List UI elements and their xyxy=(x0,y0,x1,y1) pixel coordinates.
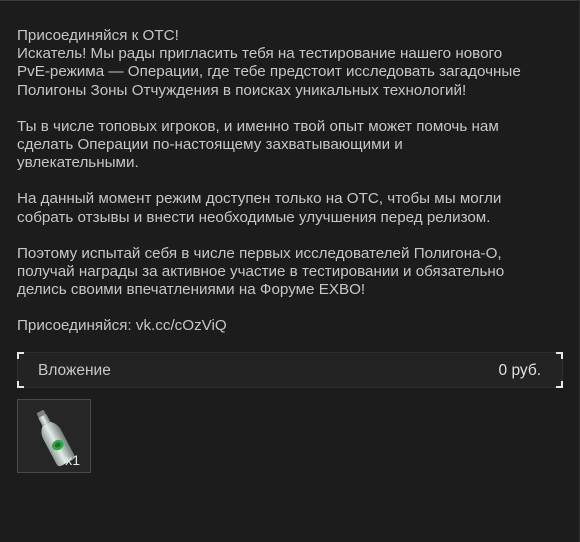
message-line: Полигоны Зоны Отчуждения в поисках уника… xyxy=(17,81,467,99)
message-title: Присоединяйся к ОТС! xyxy=(17,27,179,44)
message-line: Ты в числе топовых игроков, и именно тво… xyxy=(17,117,499,135)
message-paragraph: Поэтому испытай себя в числе первых иссл… xyxy=(17,245,567,300)
message-line: делись своими впечатлениями на Форуме EX… xyxy=(17,281,366,299)
attachment-label: Вложение xyxy=(38,362,111,379)
message-paragraph: Присоединяйся: vk.cc/cOzViQ xyxy=(17,317,567,335)
attached-item-slot[interactable]: x1 xyxy=(17,399,91,473)
attachment-bar: Вложение 0 руб. xyxy=(17,352,563,388)
message-line: Поэтому испытай себя в числе первых иссл… xyxy=(17,244,502,262)
message-paragraph: На данный момент режим доступен только н… xyxy=(17,190,567,226)
item-quantity: x1 xyxy=(65,452,80,468)
message-paragraph: Ты в числе топовых игроков, и именно тво… xyxy=(17,118,567,173)
join-link-line: Присоединяйся: vk.cc/cOzViQ xyxy=(17,317,227,335)
frame-corner xyxy=(17,352,24,359)
message-line: получай награды за активное участие в те… xyxy=(17,263,505,281)
frame-corner xyxy=(17,381,24,388)
message-body: Присоединяйся к ОТС! Искатель! Мы рады п… xyxy=(17,27,567,354)
message-line: собрать отзывы и внести необходимые улуч… xyxy=(17,208,491,226)
frame-corner xyxy=(556,352,563,359)
message-line: сделать Операции по-настоящему захватыва… xyxy=(17,136,403,154)
frame-corner xyxy=(556,381,563,388)
attachment-amount: 0 руб. xyxy=(498,362,541,379)
message-line: На данный момент режим доступен только н… xyxy=(17,190,502,208)
message-paragraph: Присоединяйся к ОТС! Искатель! Мы рады п… xyxy=(17,27,567,100)
message-line: PvE-режима — Операции, где тебе предстои… xyxy=(17,63,521,81)
mail-message-panel: Присоединяйся к ОТС! Искатель! Мы рады п… xyxy=(0,0,580,542)
message-line: увлекательными. xyxy=(17,154,139,172)
message-line: Искатель! Мы рады пригласить тебя на тес… xyxy=(17,45,503,63)
